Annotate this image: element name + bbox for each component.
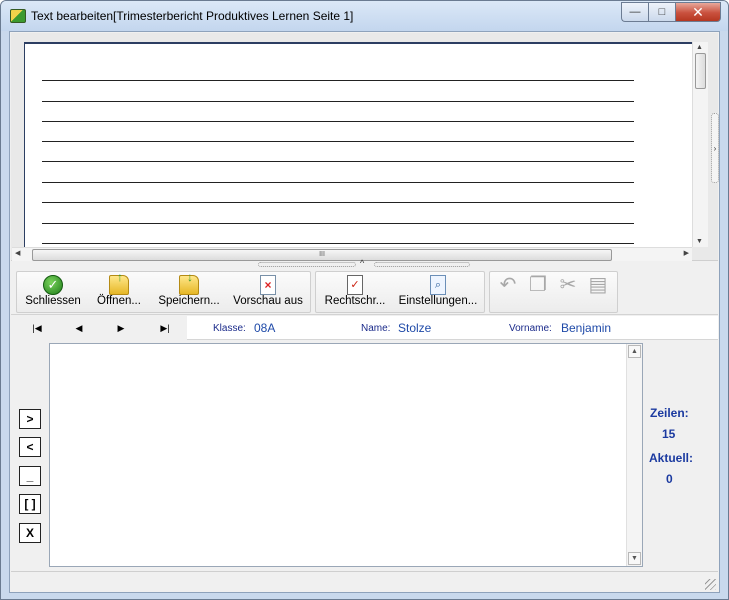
resize-grip-icon[interactable] (705, 579, 716, 590)
copy-icon: ❐ (529, 274, 547, 296)
window-controls: — □ ✕ (621, 2, 721, 22)
aktuell-value: 0 (666, 472, 673, 486)
toolbar: ✓ Schliessen ↑ Öffnen... ↓ Speichern... … (11, 269, 718, 315)
spellcheck-label: Rechtschr... (324, 295, 386, 307)
page-line (42, 202, 634, 203)
indent-button[interactable]: > (19, 409, 41, 429)
name-value: Stolze (398, 321, 432, 335)
aktuell-label: Aktuell: (649, 451, 694, 465)
preview-off-icon: × (260, 275, 276, 295)
splitter[interactable]: ^ (10, 258, 719, 269)
minimize-button[interactable]: — (621, 2, 648, 22)
open-folder-icon: ↑ (109, 270, 129, 295)
underscore-button[interactable]: _ (19, 466, 41, 486)
page-line (42, 121, 634, 122)
splitter-grip-right (374, 262, 470, 267)
spellcheck-icon: ✓ (347, 275, 363, 295)
open-button[interactable]: ↑ Öffnen... (89, 270, 149, 312)
side-panel-grip[interactable]: › (711, 113, 719, 183)
next-record-button[interactable]: ▶ (111, 320, 131, 336)
save-folder-icon: ↓ (179, 270, 199, 295)
name-label: Name: (361, 323, 391, 334)
paste-icon: ▤ (588, 274, 608, 296)
copy-button[interactable]: ❐ (524, 272, 552, 312)
previous-record-button[interactable]: ◀ (69, 320, 89, 336)
scroll-down-icon[interactable]: ▼ (696, 238, 703, 245)
last-record-button[interactable]: ▶| (155, 320, 175, 336)
toolbar-group-edit: ↶ ❐ ✂ ▤ (489, 271, 618, 313)
open-label: Öffnen... (97, 295, 141, 307)
chevron-up-icon[interactable]: ^ (360, 258, 364, 268)
preview-vertical-scrollbar[interactable]: ▲ ▼ (692, 42, 708, 247)
close-button[interactable]: ✕ (675, 2, 721, 22)
status-bar (11, 571, 718, 592)
cut-button[interactable]: ✂ (554, 272, 582, 312)
paste-button[interactable]: ▤ (584, 272, 612, 312)
first-record-button[interactable]: |◀ (27, 320, 47, 336)
page-line (42, 223, 634, 224)
scroll-up-icon[interactable]: ▲ (628, 345, 641, 358)
undo-button[interactable]: ↶ (494, 272, 522, 312)
client-area: ▲ ▼ ◀ III ▶ › ^ ✓ Schliessen ↑ Öffnen...… (9, 31, 720, 593)
scroll-right-icon[interactable]: ▶ (684, 249, 689, 257)
toolbar-group-file: ✓ Schliessen ↑ Öffnen... ↓ Speichern... … (16, 270, 311, 313)
clear-button[interactable]: X (19, 523, 41, 543)
klasse-label: Klasse: (213, 323, 246, 334)
preview-hscroll-thumb[interactable]: III (32, 249, 612, 261)
page-line (42, 101, 634, 102)
preview-toggle-label: Vorschau aus (233, 295, 303, 307)
klasse-value: 08A (254, 321, 276, 335)
window-title: Text bearbeiten[Trimesterbericht Produkt… (31, 9, 354, 23)
spellcheck-button[interactable]: ✓ Rechtschr... (320, 272, 390, 312)
close-icon: ✕ (692, 3, 704, 20)
app-icon (10, 9, 26, 23)
page-preview-area: ▲ ▼ ◀ III ▶ › (11, 33, 719, 261)
settings-label: Einstellungen... (398, 295, 478, 307)
window: Text bearbeiten[Trimesterbericht Produkt… (0, 0, 729, 600)
chevron-right-icon: › (713, 144, 717, 153)
text-editor[interactable]: ▲ ▼ (49, 343, 643, 567)
editor-vertical-scrollbar[interactable]: ▲ ▼ (626, 344, 642, 566)
zeilen-value: 15 (662, 427, 676, 441)
scroll-up-icon[interactable]: ▲ (696, 44, 703, 51)
page-preview (24, 42, 692, 247)
scroll-left-icon[interactable]: ◀ (15, 249, 20, 257)
vorname-value: Benjamin (561, 321, 612, 335)
check-icon: ✓ (43, 275, 63, 295)
preview-horizontal-scrollbar[interactable]: ◀ III ▶ (12, 247, 692, 261)
preview-vscroll-thumb[interactable] (695, 53, 706, 89)
undo-icon: ↶ (499, 274, 517, 296)
settings-button[interactable]: ⌕ Einstellungen... (394, 272, 482, 312)
page-line (42, 182, 634, 183)
scroll-down-icon[interactable]: ▼ (628, 552, 641, 565)
save-label: Speichern... (158, 295, 220, 307)
save-button[interactable]: ↓ Speichern... (153, 270, 225, 312)
outdent-button[interactable]: < (19, 437, 41, 457)
zeilen-label: Zeilen: (650, 406, 689, 420)
close-document-label: Schliessen (25, 295, 81, 307)
splitter-grip-left (258, 262, 356, 267)
settings-magnifier-icon: ⌕ (430, 275, 446, 295)
page-line (42, 243, 634, 244)
maximize-icon: □ (658, 6, 666, 18)
page-line (42, 161, 634, 162)
editor-area: > < _ [ ] X ▲ ▼ Zeilen: 15 Aktuell: 0 (11, 341, 718, 570)
title-bar[interactable]: Text bearbeiten[Trimesterbericht Produkt… (1, 1, 728, 31)
maximize-button[interactable]: □ (648, 2, 675, 22)
page-line (42, 141, 634, 142)
minimize-icon: — (629, 6, 641, 18)
toolbar-group-tools: ✓ Rechtschr... ⌕ Einstellungen... (315, 271, 485, 313)
page-line (42, 80, 634, 81)
record-navigator: |◀ ◀ ▶ ▶| (11, 316, 187, 340)
close-document-button[interactable]: ✓ Schliessen (22, 272, 84, 312)
bracket-button[interactable]: [ ] (19, 494, 41, 514)
preview-toggle-button[interactable]: × Vorschau aus (229, 272, 307, 312)
cut-icon: ✂ (559, 274, 577, 296)
vorname-label: Vorname: (509, 323, 552, 334)
record-navigation-bar: |◀ ◀ ▶ ▶| Klasse: 08A Name: Stolze Vorna… (11, 316, 718, 340)
